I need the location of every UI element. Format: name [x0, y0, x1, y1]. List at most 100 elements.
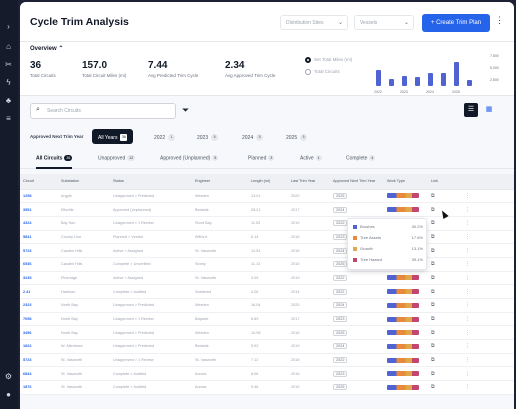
row-menu-icon[interactable]: ⋮ [465, 193, 470, 199]
year-select[interactable]: 2022 [333, 357, 348, 364]
link-icon[interactable]: ⧉ [431, 330, 435, 336]
year-select[interactable]: 2024 [333, 247, 348, 254]
circuit-id-link[interactable]: 3456 [20, 325, 58, 341]
circuit-id-link[interactable]: 2.41 [20, 284, 58, 299]
circuit-id-link[interactable]: 5723 [20, 243, 58, 258]
link-icon[interactable]: ⧉ [431, 261, 435, 267]
chip-all-years[interactable]: All Years 36 [92, 129, 134, 144]
radio-total-miles[interactable]: Set Total Miles (mi) [305, 57, 352, 63]
year-select[interactable]: 2023 [333, 233, 348, 240]
work-type-bar[interactable] [387, 302, 419, 308]
circuit-id-link[interactable]: 1298 [20, 189, 58, 204]
table-row[interactable]: 7098 North Bay Unapproved > 1 Review Baysid… [20, 312, 514, 327]
year-select[interactable]: 2024 [333, 343, 348, 350]
work-type-bar[interactable] [387, 275, 419, 281]
row-menu-icon[interactable]: ⋮ [465, 207, 470, 213]
year-select[interactable]: 2024 [333, 206, 348, 213]
tab-all-circuits[interactable]: All Circuits 36 [36, 155, 73, 169]
circuit-id-link[interactable]: 6536 [20, 257, 58, 272]
year-select[interactable]: 2022 [333, 288, 348, 295]
circuit-id-link[interactable]: 3245 [20, 271, 58, 286]
column-header[interactable]: Length (mi) [248, 174, 288, 190]
work-type-bar[interactable] [387, 207, 419, 213]
user-icon[interactable]: ● [4, 390, 13, 399]
work-type-bar[interactable] [387, 357, 419, 363]
table-row[interactable]: 2323 North Bay Unapproved > Predicted Wesde… [20, 298, 514, 313]
link-icon[interactable]: ⧉ [431, 316, 435, 322]
circuit-id-link[interactable]: 6844 [20, 366, 58, 382]
year-select[interactable]: 2025 [333, 384, 348, 391]
table-row[interactable]: 4324 Bay Sun Unapproved > 1 Review Short Ba… [20, 216, 514, 231]
circuit-id-link[interactable]: 7098 [20, 312, 58, 327]
create-trim-plan-button[interactable]: + Create Trim Plan [422, 14, 490, 32]
table-row[interactable]: 5841 County Line Planned > Vendor Wilford 6.… [20, 230, 514, 245]
row-menu-icon[interactable]: ⋮ [465, 248, 470, 254]
table-row[interactable]: 3245 Pineridge Active > Assigned St. Vaswor… [20, 271, 514, 286]
circuit-id-link[interactable]: 4324 [20, 216, 58, 231]
table-row[interactable]: 2.41 Harrison Complete > Audited Scattered 4… [20, 284, 514, 299]
year-select[interactable]: 2022 [333, 274, 348, 281]
row-menu-icon[interactable]: ⋮ [465, 330, 470, 336]
year-select[interactable]: 2023 [333, 316, 348, 323]
circuit-id-link[interactable]: 5723 [20, 353, 58, 368]
link-icon[interactable]: ⧉ [431, 248, 435, 254]
tree-icon[interactable]: ♣ [4, 96, 13, 105]
row-menu-icon[interactable]: ⋮ [465, 275, 470, 281]
filter-icon[interactable]: ⏷ [182, 105, 189, 116]
tab-active[interactable]: Active 1 [300, 155, 322, 169]
row-menu-icon[interactable]: ⋮ [465, 289, 470, 295]
table-row[interactable]: 5723 Casden Hills Active > Assigned St. Vas… [20, 243, 514, 258]
year-select[interactable]: 2025 [333, 261, 348, 268]
link-icon[interactable]: ⧉ [431, 289, 435, 295]
link-icon[interactable]: ⧉ [431, 220, 435, 226]
table-row[interactable]: 1298 Argyle Unapproved > Predicted Wesden 13… [20, 189, 514, 204]
chip-year-2023[interactable]: 2023 5 [197, 129, 219, 144]
tab-approved-unplanned[interactable]: Approved (Unplanned) 5 [160, 155, 219, 169]
home-icon[interactable]: ⌂ [4, 42, 13, 51]
chevron-right-icon[interactable]: › [4, 22, 13, 31]
link-icon[interactable]: ⧉ [431, 384, 435, 390]
row-menu-icon[interactable]: ⋮ [465, 316, 470, 322]
list-view-icon[interactable]: ☰ [464, 103, 478, 117]
table-row[interactable]: 1876 St. Vasworth Complete > Audited Aurora… [20, 380, 514, 395]
work-type-bar[interactable] [387, 371, 419, 377]
work-type-bar[interactable] [387, 193, 419, 199]
column-header[interactable]: Substation [58, 174, 110, 190]
row-menu-icon[interactable]: ⋮ [465, 220, 470, 226]
circuit-id-link[interactable]: 2323 [20, 298, 58, 313]
chip-year-2022[interactable]: 2022 1 [154, 129, 176, 144]
column-header[interactable]: Circuit [20, 174, 58, 190]
table-row[interactable]: 5723 St. Vasworth Unapproved > 1 Review St.… [20, 353, 514, 368]
link-icon[interactable]: ⧉ [431, 343, 435, 349]
work-type-bar[interactable] [387, 384, 419, 390]
grid-view-icon[interactable]: ▦ [482, 103, 496, 117]
row-menu-icon[interactable]: ⋮ [465, 261, 470, 267]
vessels-dropdown[interactable]: Vessels ⌄ [354, 15, 414, 30]
radio-total-circuits[interactable]: Total Circuits [305, 69, 340, 75]
year-select[interactable]: 2025 [333, 192, 348, 199]
link-icon[interactable]: ⧉ [431, 275, 435, 281]
column-header[interactable]: Status [110, 174, 192, 190]
settings-icon[interactable]: ⚙ [4, 372, 13, 381]
row-menu-icon[interactable]: ⋮ [465, 234, 470, 240]
row-menu-icon[interactable]: ⋮ [465, 343, 470, 349]
circuit-id-link[interactable]: 5841 [20, 230, 58, 245]
link-icon[interactable]: ⧉ [431, 207, 435, 213]
bolt-icon[interactable]: ϟ [4, 78, 13, 87]
row-menu-icon[interactable]: ⋮ [465, 384, 470, 390]
row-menu-icon[interactable]: ⋮ [465, 357, 470, 363]
table-row[interactable]: 6536 Casden Hills Complete > Unverified Sea… [20, 257, 514, 272]
work-type-bar[interactable] [387, 316, 419, 322]
link-icon[interactable]: ⧉ [431, 234, 435, 240]
chip-year-2024[interactable]: 2024 5 [242, 129, 264, 144]
link-icon[interactable]: ⧉ [431, 193, 435, 199]
row-menu-icon[interactable]: ⋮ [465, 371, 470, 377]
year-select[interactable]: 2022 [333, 220, 348, 227]
column-header[interactable]: Approved Next Trim Year [330, 174, 384, 190]
scissors-icon[interactable]: ✂ [4, 60, 13, 69]
chip-year-2025[interactable]: 2025 5 [286, 129, 308, 144]
work-type-bar[interactable] [387, 330, 419, 336]
link-icon[interactable]: ⧉ [431, 302, 435, 308]
year-select[interactable]: 2023 [333, 370, 348, 377]
work-type-bar[interactable] [387, 343, 419, 349]
